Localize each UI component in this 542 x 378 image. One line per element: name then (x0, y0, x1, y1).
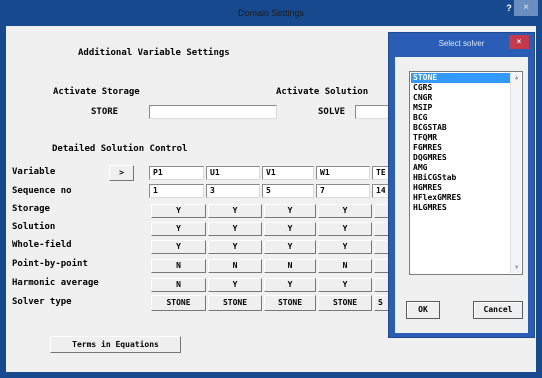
sequence-label: Sequence no (12, 186, 72, 196)
solver-type-button[interactable]: STONE (264, 295, 316, 311)
solver-listbox[interactable]: STONE CGRS CNGR MSIP BCG BCGSTAB TFQMR F… (409, 71, 523, 275)
solver-option[interactable]: BCGSTAB (411, 123, 511, 133)
whole-field-toggle[interactable]: Y (264, 240, 316, 254)
store-field[interactable] (149, 105, 277, 119)
whole-field-toggle[interactable]: Y (208, 240, 262, 254)
solver-option[interactable]: MSIP (411, 103, 511, 113)
solver-type-button[interactable]: STONE (318, 295, 372, 311)
harmonic-average-toggle[interactable]: Y (318, 278, 372, 292)
sequence-cell[interactable]: 5 (262, 184, 314, 198)
solver-option[interactable]: FGMRES (411, 143, 511, 153)
scroll-up-icon[interactable]: ▲ (511, 73, 522, 83)
solver-options: STONE CGRS CNGR MSIP BCG BCGSTAB TFQMR F… (411, 73, 511, 213)
dialog-close-button[interactable]: × (509, 35, 529, 49)
solver-option[interactable]: DQGMRES (411, 153, 511, 163)
solver-option[interactable]: HFlexGMRES (411, 193, 511, 203)
solver-type-label: Solver type (12, 297, 72, 307)
storage-toggle[interactable]: Y (151, 204, 206, 218)
solution-toggle[interactable]: Y (208, 222, 262, 236)
solver-option[interactable]: AMG (411, 163, 511, 173)
solver-option[interactable]: CNGR (411, 93, 511, 103)
sequence-cell[interactable]: 1 (149, 184, 204, 198)
listbox-scrollbar[interactable]: ▲ ▼ (510, 73, 521, 273)
storage-toggle[interactable]: Y (264, 204, 316, 218)
sequence-cell[interactable]: 3 (206, 184, 260, 198)
storage-label: Storage (12, 204, 50, 214)
solver-option[interactable]: BCG (411, 113, 511, 123)
sequence-cell[interactable]: 7 (316, 184, 370, 198)
solve-label: SOLVE (318, 107, 346, 117)
solver-option[interactable]: TFQMR (411, 133, 511, 143)
variable-cell[interactable]: W1 (316, 166, 370, 180)
next-variables-button[interactable]: > (109, 165, 134, 181)
close-window-button[interactable]: × (514, 0, 538, 16)
point-by-point-toggle[interactable]: N (264, 259, 316, 273)
select-solver-dialog: Select solver × STONE CGRS CNGR MSIP BCG… (388, 32, 535, 338)
activate-solution-heading: Activate Solution (276, 87, 369, 97)
harmonic-average-toggle[interactable]: Y (264, 278, 316, 292)
variable-cell[interactable]: V1 (262, 166, 314, 180)
section-heading-additional: Additional Variable Settings (78, 48, 230, 58)
point-by-point-toggle[interactable]: N (318, 259, 372, 273)
variable-cell[interactable]: P1 (149, 166, 204, 180)
whole-field-toggle[interactable]: Y (318, 240, 372, 254)
harmonic-average-toggle[interactable]: N (151, 278, 206, 292)
point-by-point-toggle[interactable]: N (151, 259, 206, 273)
detailed-control-heading: Detailed Solution Control (52, 144, 188, 154)
point-by-point-label: Point-by-point (12, 259, 88, 269)
help-button[interactable]: ? (504, 0, 514, 16)
whole-field-toggle[interactable]: Y (151, 240, 206, 254)
store-label: STORE (91, 107, 119, 117)
harmonic-average-toggle[interactable]: Y (208, 278, 262, 292)
scroll-down-icon[interactable]: ▼ (511, 263, 522, 273)
dialog-body: STONE CGRS CNGR MSIP BCG BCGSTAB TFQMR F… (395, 57, 528, 333)
solution-label: Solution (12, 222, 56, 232)
point-by-point-toggle[interactable]: N (208, 259, 262, 273)
solver-option[interactable]: HGMRES (411, 183, 511, 193)
storage-toggle[interactable]: Y (318, 204, 372, 218)
solver-option-selected[interactable]: STONE (411, 73, 511, 83)
solve-field[interactable] (355, 105, 391, 119)
solver-type-button[interactable]: STONE (151, 295, 206, 311)
solver-option[interactable]: HLGMRES (411, 203, 511, 213)
solution-toggle[interactable]: Y (318, 222, 372, 236)
activate-storage-heading: Activate Storage (53, 87, 140, 97)
solution-toggle[interactable]: Y (151, 222, 206, 236)
ok-button[interactable]: OK (406, 301, 440, 319)
terms-in-equations-button[interactable]: Terms in Equations (50, 336, 181, 353)
solution-toggle[interactable]: Y (264, 222, 316, 236)
whole-field-label: Whole-field (12, 240, 72, 250)
solver-option[interactable]: CGRS (411, 83, 511, 93)
solver-type-button[interactable]: STONE (208, 295, 262, 311)
variable-label: Variable (12, 167, 56, 177)
harmonic-average-label: Harmonic average (12, 278, 99, 288)
cancel-button[interactable]: Cancel (473, 301, 523, 319)
storage-toggle[interactable]: Y (208, 204, 262, 218)
solver-option[interactable]: HBiCGStab (411, 173, 511, 183)
variable-cell[interactable]: U1 (206, 166, 260, 180)
window-title: Domain Settings (237, 8, 305, 18)
